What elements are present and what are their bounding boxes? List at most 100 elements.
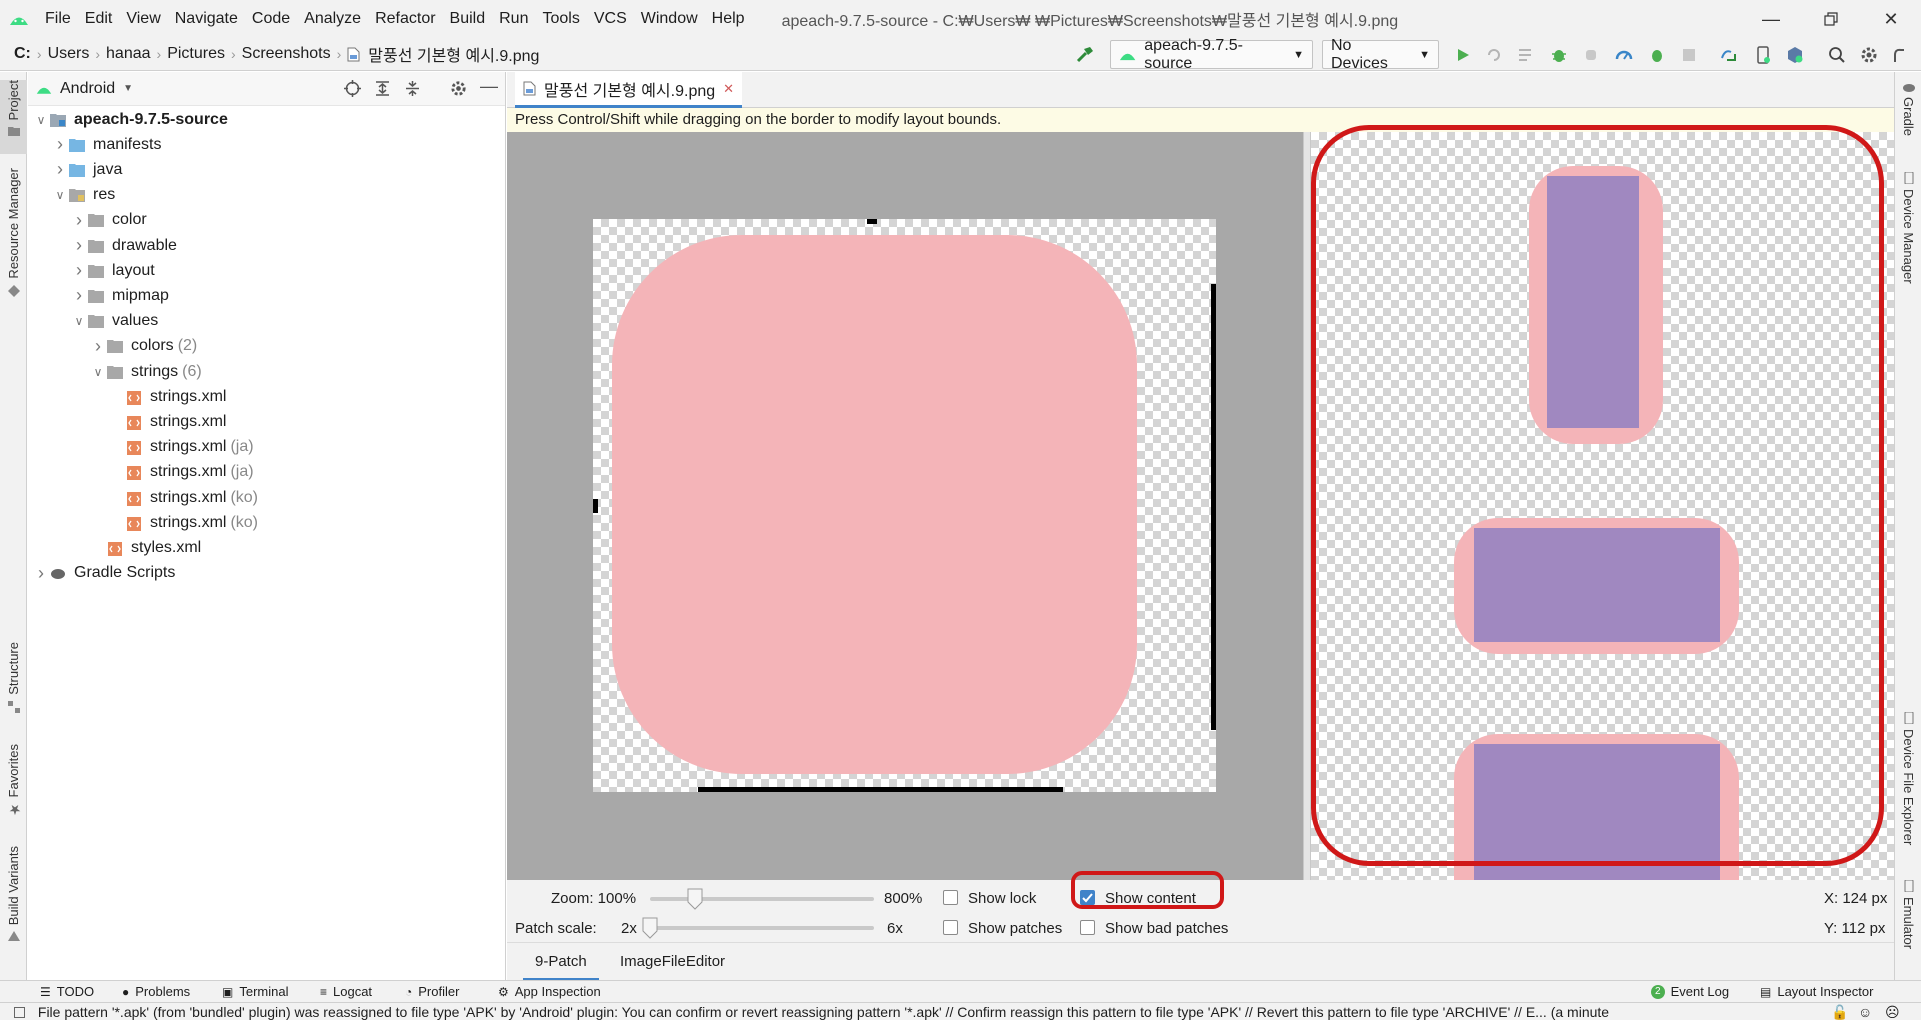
device-manager-tool-tab[interactable]: Device Manager (1895, 172, 1921, 284)
structure-tool-tab[interactable]: Structure (0, 642, 27, 713)
problems-tool-button[interactable]: ● Problems (122, 981, 190, 1003)
nine-patch-canvas[interactable] (507, 132, 1303, 880)
apply-changes-icon[interactable] (1482, 43, 1506, 67)
show-lock-checkbox[interactable] (943, 890, 958, 905)
tab-nine-patch[interactable]: 9-Patch (523, 943, 599, 981)
tree-item-strings-xml[interactable]: strings.xml (ko) (108, 510, 258, 535)
emulator-tool-tab[interactable]: Emulator (1895, 880, 1921, 949)
chevron-right-icon[interactable]: › (32, 563, 50, 584)
event-log-tool-button[interactable]: 2 Event Log (1651, 981, 1729, 1003)
zoom-slider[interactable] (650, 897, 874, 901)
chevron-down-icon[interactable]: ∨ (51, 188, 69, 202)
tree-item-gradle-scripts[interactable]: › Gradle Scripts (32, 561, 175, 586)
menu-tools[interactable]: Tools (535, 0, 586, 38)
menu-file[interactable]: File (38, 0, 78, 38)
app-inspection-tool-button[interactable]: ⚙ App Inspection (498, 981, 601, 1003)
chevron-right-icon[interactable]: › (70, 210, 88, 231)
show-lock-label[interactable]: Show lock (968, 890, 1036, 907)
breadcrumb-users[interactable]: Users (44, 45, 94, 63)
close-tab-icon[interactable]: ✕ (723, 81, 734, 97)
tree-item-strings-xml[interactable]: strings.xml (ja) (108, 435, 254, 460)
breadcrumb-drive[interactable]: C: (0, 45, 35, 63)
menu-vcs[interactable]: VCS (587, 0, 634, 38)
resource-manager-tool-tab[interactable]: Resource Manager (0, 168, 27, 297)
expand-all-icon[interactable] (374, 80, 391, 97)
tree-item-res[interactable]: ∨ res (51, 183, 116, 208)
chevron-down-icon[interactable]: ∨ (89, 365, 107, 379)
hide-panel-icon[interactable]: — (480, 76, 498, 97)
smile-feedback-icon[interactable]: ☺ (1858, 1003, 1872, 1020)
menu-view[interactable]: View (119, 0, 167, 38)
chevron-down-icon[interactable]: ∨ (70, 314, 88, 328)
profile-gauge-icon[interactable] (1612, 43, 1636, 67)
chevron-right-icon[interactable]: › (70, 260, 88, 281)
gradle-tool-tab[interactable]: Gradle (1895, 82, 1921, 136)
debug-bug-icon[interactable] (1547, 43, 1571, 67)
editor-tab-file[interactable]: 말풍선 기본형 예시.9.png ✕ (515, 72, 743, 108)
patch-scale-slider[interactable] (650, 926, 874, 930)
show-bad-patches-label[interactable]: Show bad patches (1105, 920, 1228, 937)
chevron-right-icon[interactable]: › (51, 159, 69, 180)
show-patches-checkbox[interactable] (943, 920, 958, 935)
breadcrumb-hanaa[interactable]: hanaa (102, 45, 155, 63)
chevron-down-icon[interactable]: ▼ (123, 83, 133, 94)
favorites-tool-tab[interactable]: Favorites ★ (0, 744, 27, 817)
tree-item-strings-xml[interactable]: strings.xml (108, 384, 226, 409)
close-window-button[interactable]: ✕ (1861, 0, 1921, 38)
tree-item-apeach-9-7-5-source[interactable]: ∨ apeach-9.7.5-source (32, 107, 228, 132)
preview-splitter[interactable] (1303, 132, 1311, 880)
run-play-icon[interactable] (1451, 43, 1475, 67)
restore-button[interactable] (1801, 0, 1861, 38)
tree-item-java[interactable]: › java (51, 157, 122, 182)
build-hammer-icon[interactable] (1073, 43, 1097, 67)
tree-item-strings[interactable]: ∨ strings (6) (89, 359, 202, 384)
read-only-lock-icon[interactable]: 🔓 (1831, 1003, 1848, 1020)
breadcrumb-file[interactable]: 말풍선 기본형 예시.9.png (364, 42, 543, 66)
breadcrumb-pictures[interactable]: Pictures (163, 45, 229, 63)
layout-inspector-tool-button[interactable]: ▤ Layout Inspector (1760, 981, 1873, 1003)
tree-item-manifests[interactable]: › manifests (51, 132, 161, 157)
menu-analyze[interactable]: Analyze (297, 0, 368, 38)
sad-feedback-icon[interactable]: ☹ (1885, 1003, 1900, 1020)
breadcrumb-screenshots[interactable]: Screenshots (238, 45, 335, 63)
chevron-right-icon[interactable]: › (89, 336, 107, 357)
nine-patch-image[interactable] (593, 219, 1216, 792)
tab-image-file-editor[interactable]: ImageFileEditor (608, 943, 737, 981)
terminal-tool-button[interactable]: ▣ Terminal (222, 981, 288, 1003)
stop-icon[interactable] (1677, 43, 1701, 67)
menu-edit[interactable]: Edit (78, 0, 120, 38)
sdk-manager-icon[interactable] (1783, 43, 1807, 67)
chevron-right-icon[interactable]: › (70, 285, 88, 306)
minimize-button[interactable]: — (1741, 0, 1801, 38)
device-select[interactable]: No Devices ▼ (1322, 37, 1439, 72)
menu-navigate[interactable]: Navigate (168, 0, 245, 38)
attach-debugger-icon[interactable] (1579, 43, 1603, 67)
tree-item-strings-xml[interactable]: strings.xml (108, 409, 226, 434)
chevron-down-icon[interactable]: ∨ (32, 113, 50, 127)
tree-item-colors[interactable]: › colors (2) (89, 334, 197, 359)
tree-item-layout[interactable]: › layout (70, 258, 155, 283)
zoom-slider-thumb[interactable] (687, 888, 703, 910)
menu-window[interactable]: Window (634, 0, 705, 38)
todo-tool-button[interactable]: ☰ TODO (40, 981, 94, 1003)
apply-code-changes-icon[interactable] (1514, 43, 1538, 67)
sync-gradle-icon[interactable] (1717, 43, 1741, 67)
tree-item-strings-xml[interactable]: strings.xml (ja) (108, 460, 254, 485)
tree-item-strings-xml[interactable]: strings.xml (ko) (108, 485, 258, 510)
device-manager-icon[interactable] (1751, 43, 1775, 67)
menu-code[interactable]: Code (245, 0, 297, 38)
show-patches-label[interactable]: Show patches (968, 920, 1062, 937)
tree-item-styles-xml[interactable]: styles.xml (89, 535, 201, 560)
status-panel-toggle-icon[interactable] (14, 1007, 25, 1018)
tree-item-mipmap[interactable]: › mipmap (70, 283, 169, 308)
search-icon[interactable] (1825, 43, 1849, 67)
tree-item-color[interactable]: › color (70, 208, 147, 233)
locate-file-icon[interactable] (344, 80, 361, 97)
tree-item-drawable[interactable]: › drawable (70, 233, 177, 258)
build-variants-tool-tab[interactable]: Build Variants (0, 846, 27, 942)
menu-help[interactable]: Help (705, 0, 752, 38)
menu-build[interactable]: Build (443, 0, 493, 38)
show-bad-patches-checkbox[interactable] (1080, 920, 1095, 935)
tree-item-values[interactable]: ∨ values (70, 309, 159, 334)
status-message[interactable]: File pattern '*.apk' (from 'bundled' plu… (38, 1004, 1609, 1020)
